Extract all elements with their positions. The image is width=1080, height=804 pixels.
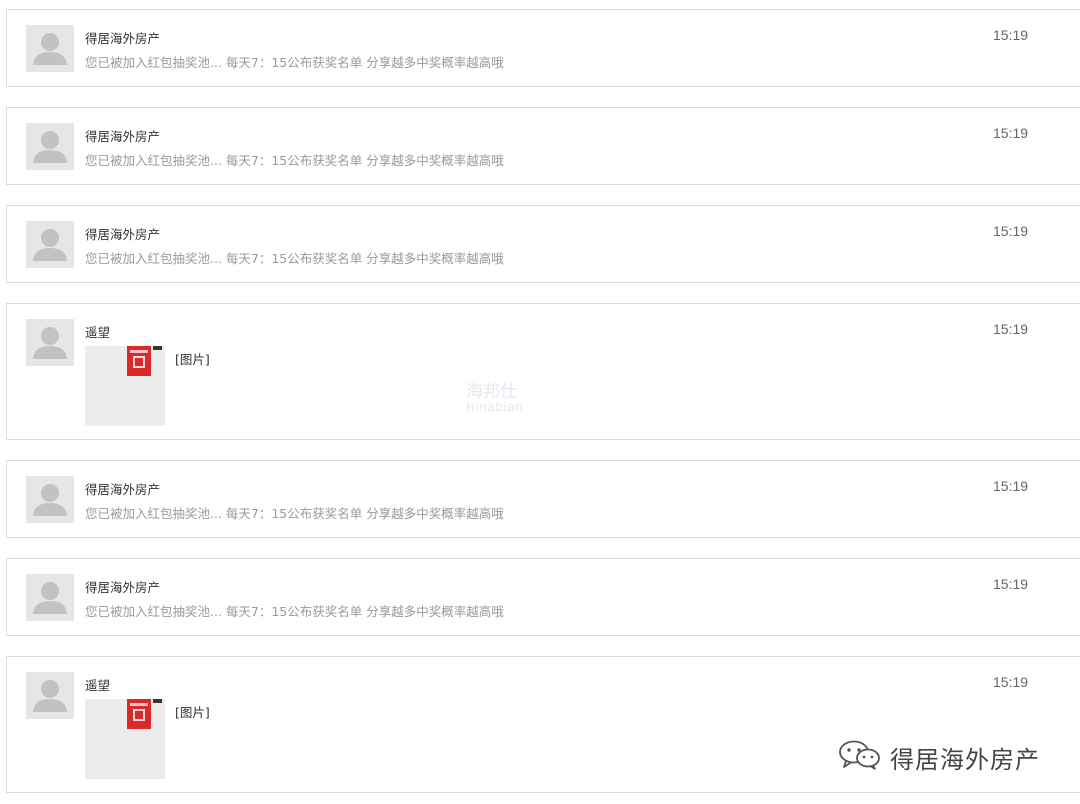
wechat-icon (838, 740, 882, 774)
message-preview: 您已被加入红包抽奖池... 每天7：15公布获奖名单 分享越多中奖概率越高哦 (85, 251, 504, 266)
sender-name: 遥望 (85, 678, 111, 693)
message-item[interactable]: 得居海外房产 您已被加入红包抽奖池... 每天7：15公布获奖名单 分享越多中奖… (6, 558, 1080, 636)
sender-name: 得居海外房产 (85, 580, 161, 595)
avatar-placeholder-icon[interactable] (26, 221, 74, 268)
sender-name: 得居海外房产 (85, 227, 161, 242)
message-item[interactable]: 得居海外房产 您已被加入红包抽奖池... 每天7：15公布获奖名单 分享越多中奖… (6, 205, 1080, 283)
message-preview: 您已被加入红包抽奖池... 每天7：15公布获奖名单 分享越多中奖概率越高哦 (85, 153, 504, 168)
message-time: 15:19 (993, 27, 1029, 43)
watermark-subtext: Hinabian (466, 400, 524, 414)
avatar-placeholder-icon[interactable] (26, 672, 74, 719)
message-preview: 您已被加入红包抽奖池... 每天7：15公布获奖名单 分享越多中奖概率越高哦 (85, 55, 504, 70)
avatar-placeholder-icon[interactable] (26, 25, 74, 72)
watermark: 海邦仕 Hinabian (466, 383, 523, 414)
image-tag (153, 699, 162, 703)
message-time: 15:19 (993, 478, 1029, 494)
poster-image (127, 699, 151, 729)
sender-name: 得居海外房产 (85, 129, 161, 144)
message-preview: 您已被加入红包抽奖池... 每天7：15公布获奖名单 分享越多中奖概率越高哦 (85, 506, 504, 521)
avatar-placeholder-icon[interactable] (26, 574, 74, 621)
avatar-placeholder-icon[interactable] (26, 123, 74, 170)
poster-image (127, 346, 151, 376)
avatar-placeholder-icon[interactable] (26, 476, 74, 523)
brand-name: 得居海外房产 (890, 745, 1040, 774)
sender-name: 得居海外房产 (85, 482, 161, 497)
message-preview: 您已被加入红包抽奖池... 每天7：15公布获奖名单 分享越多中奖概率越高哦 (85, 604, 504, 619)
message-item[interactable]: 得居海外房产 您已被加入红包抽奖池... 每天7：15公布获奖名单 分享越多中奖… (6, 107, 1080, 185)
brand-watermark: 得居海外房产 (838, 740, 1040, 774)
image-label: [图片] (175, 705, 210, 720)
image-label: [图片] (175, 352, 210, 367)
image-tag (153, 346, 162, 350)
message-item[interactable]: 得居海外房产 您已被加入红包抽奖池... 每天7：15公布获奖名单 分享越多中奖… (6, 460, 1080, 538)
sender-name: 得居海外房产 (85, 31, 161, 46)
avatar-placeholder-icon[interactable] (26, 319, 74, 366)
watermark-text: 海邦仕 (466, 382, 517, 402)
image-thumbnail[interactable] (85, 699, 165, 779)
message-time: 15:19 (993, 223, 1029, 239)
image-thumbnail[interactable] (85, 346, 165, 426)
message-time: 15:19 (993, 576, 1029, 592)
message-item[interactable]: 遥望 [图片] 15:19 (6, 303, 1080, 440)
sender-name: 遥望 (85, 325, 111, 340)
message-time: 15:19 (993, 321, 1029, 337)
message-item[interactable]: 得居海外房产 您已被加入红包抽奖池... 每天7：15公布获奖名单 分享越多中奖… (6, 9, 1080, 87)
message-time: 15:19 (993, 125, 1029, 141)
message-time: 15:19 (993, 674, 1029, 690)
